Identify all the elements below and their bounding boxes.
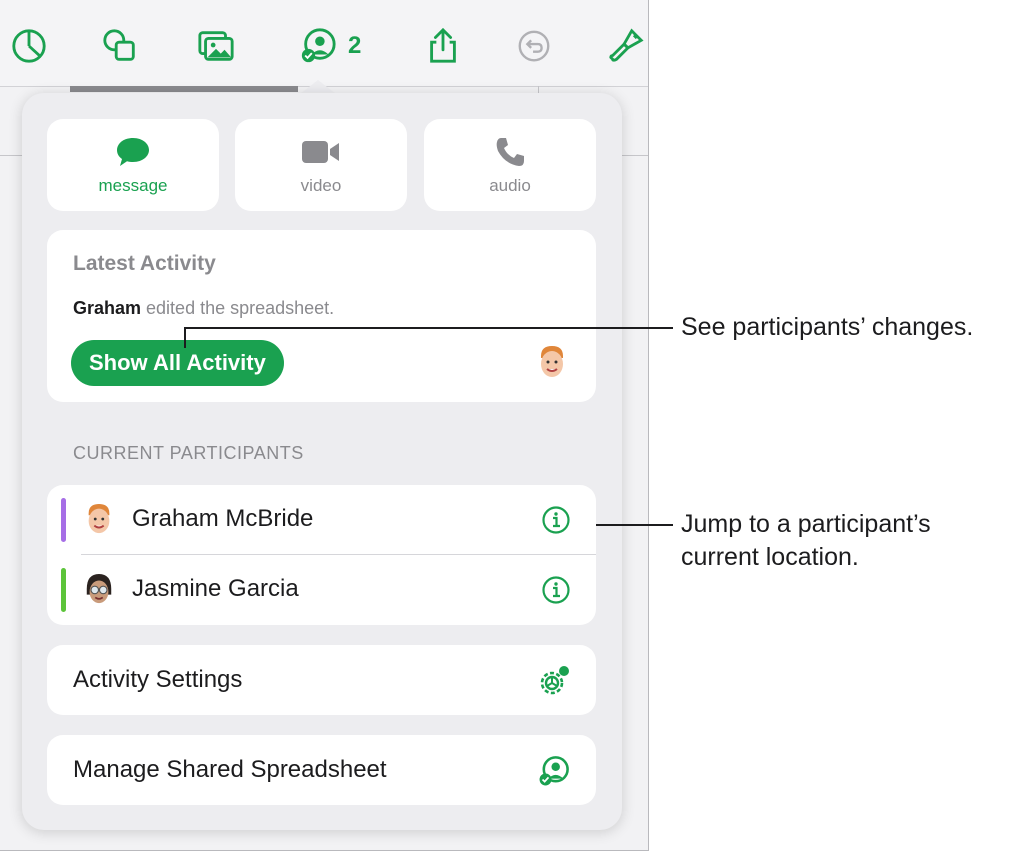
popover-arrow bbox=[300, 80, 336, 94]
callout-jump-line1: Jump to a participant’s bbox=[681, 510, 931, 538]
memoji-avatar-icon bbox=[83, 571, 115, 607]
background-gridline bbox=[0, 155, 22, 156]
activity-action: edited the spreadsheet. bbox=[141, 298, 335, 318]
callout-line bbox=[184, 328, 186, 348]
activity-actor: Graham bbox=[73, 298, 142, 318]
callout-see-changes: See participants’ changes. bbox=[681, 313, 974, 341]
latest-activity-card: Latest Activity Graham edited the spread… bbox=[47, 230, 596, 402]
shapes-icon[interactable] bbox=[100, 26, 140, 66]
undo-icon[interactable] bbox=[514, 26, 554, 66]
phone-icon bbox=[493, 135, 527, 169]
participant-row[interactable]: Graham McBride bbox=[47, 485, 596, 555]
info-icon[interactable] bbox=[541, 505, 571, 535]
chart-icon[interactable] bbox=[9, 26, 49, 66]
video-button[interactable]: video bbox=[235, 119, 407, 211]
collaborate-icon[interactable] bbox=[298, 26, 338, 66]
activity-settings-row[interactable]: Activity Settings bbox=[47, 645, 596, 715]
audio-label: audio bbox=[489, 176, 531, 195]
background-divider bbox=[70, 86, 298, 92]
memoji-avatar-icon bbox=[535, 344, 569, 380]
message-label: message bbox=[98, 176, 168, 195]
activity-settings-gear-icon bbox=[537, 664, 571, 698]
participants-list: Graham McBride Jasmine Garcia bbox=[47, 485, 596, 625]
info-icon[interactable] bbox=[541, 575, 571, 605]
callout-line bbox=[596, 524, 673, 526]
manage-shared-spreadsheet-row[interactable]: Manage Shared Spreadsheet bbox=[47, 735, 596, 805]
message-icon bbox=[114, 135, 152, 169]
audio-button[interactable]: audio bbox=[424, 119, 596, 211]
background-gridline bbox=[620, 155, 648, 156]
callout-jump-line2: current location. bbox=[681, 543, 859, 571]
latest-activity-text: Graham edited the spreadsheet. bbox=[73, 298, 334, 319]
participant-color-bar bbox=[61, 498, 66, 542]
manage-collaboration-icon bbox=[537, 754, 571, 788]
collaboration-popover: message video audio Latest Activity Grah… bbox=[22, 93, 622, 830]
collaborator-count: 2 bbox=[348, 32, 362, 59]
video-icon bbox=[300, 135, 342, 169]
participant-row[interactable]: Jasmine Garcia bbox=[47, 555, 596, 625]
activity-settings-label: Activity Settings bbox=[73, 666, 243, 693]
participant-color-bar bbox=[61, 568, 66, 612]
callout-line bbox=[184, 327, 673, 329]
media-icon[interactable] bbox=[196, 26, 236, 66]
participant-name: Graham McBride bbox=[132, 505, 314, 532]
manage-shared-label: Manage Shared Spreadsheet bbox=[73, 756, 387, 783]
memoji-avatar-icon bbox=[83, 501, 115, 537]
format-brush-icon[interactable] bbox=[606, 26, 646, 66]
participant-name: Jasmine Garcia bbox=[132, 575, 299, 602]
video-label: video bbox=[300, 176, 342, 195]
share-icon[interactable] bbox=[423, 26, 463, 66]
ipad-screen: 2 message video audio Latest Activity Gr… bbox=[0, 0, 649, 851]
toolbar: 2 bbox=[0, 0, 648, 87]
current-participants-header: CURRENT PARTICIPANTS bbox=[73, 443, 304, 463]
message-button[interactable]: message bbox=[47, 119, 219, 211]
show-all-activity-button[interactable]: Show All Activity bbox=[71, 340, 284, 386]
latest-activity-title: Latest Activity bbox=[73, 252, 216, 275]
